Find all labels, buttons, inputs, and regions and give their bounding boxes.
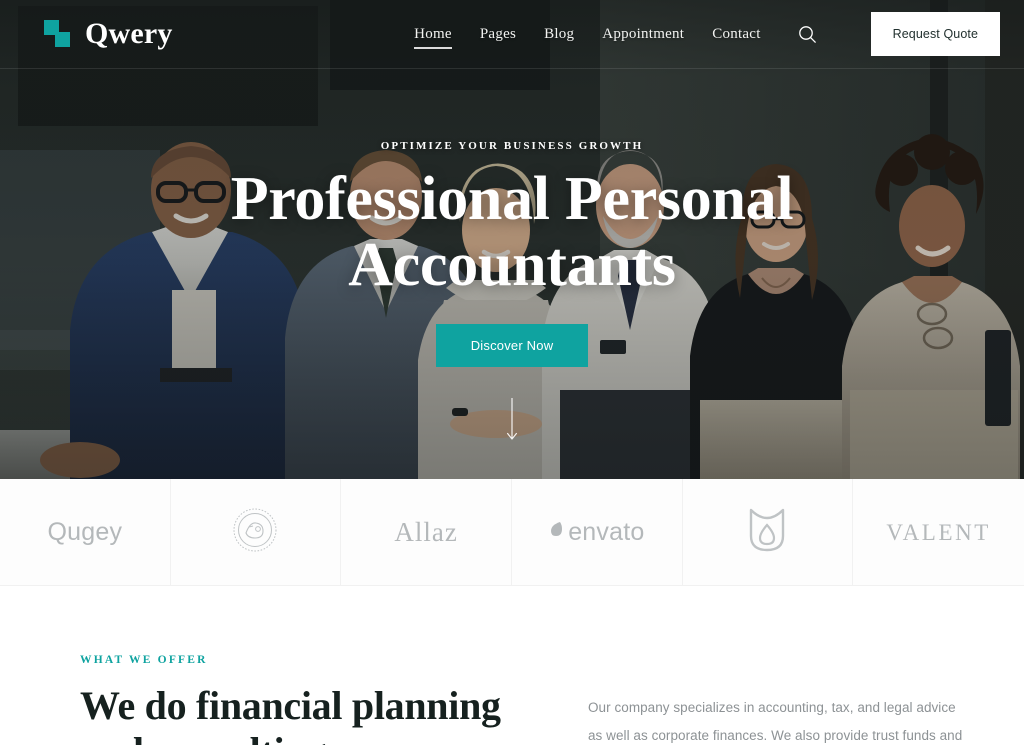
two-squares-icon (44, 18, 74, 50)
circular-badge-icon (232, 507, 278, 558)
hero-section: Qwery Home Pages Blog Appointment Contac… (0, 0, 1024, 479)
request-quote-button[interactable]: Request Quote (870, 11, 1000, 57)
nav-item-pages[interactable]: Pages (480, 26, 516, 42)
hero-title-line-1: Professional Personal (230, 165, 794, 233)
client-logo-label: Qugey (47, 517, 123, 546)
logo-square-bottom (55, 32, 70, 47)
offer-right-column: Our company specializes in accounting, t… (588, 654, 964, 745)
what-we-offer-section: What We Offer We do financial planning a… (0, 586, 1024, 745)
hero-copy: Optimize Your Business Growth Profession… (0, 140, 1024, 368)
client-logo-valent[interactable]: VALENT (853, 479, 1024, 585)
hero-title: Professional Personal Accountants (0, 165, 1024, 299)
offer-title-line-2: and consulting (80, 729, 326, 745)
header-divider (0, 68, 1024, 69)
tulip-shield-icon (747, 506, 787, 559)
client-logo-label: Allaz (394, 516, 458, 547)
client-logo-label: VALENT (886, 519, 991, 545)
offer-left-column: What We Offer We do financial planning a… (80, 654, 532, 745)
landing-page: Qwery Home Pages Blog Appointment Contac… (0, 0, 1024, 745)
scroll-down-arrow-icon[interactable] (505, 398, 519, 444)
offer-eyebrow: What We Offer (80, 654, 208, 666)
client-logo-tulip[interactable] (683, 479, 854, 585)
nav-item-blog[interactable]: Blog (544, 26, 574, 42)
offer-paragraph: Our company specializes in accounting, t… (588, 700, 963, 743)
discover-now-button[interactable]: Discover Now (435, 324, 589, 368)
nav-item-contact[interactable]: Contact (712, 26, 760, 42)
hero-title-line-2: Accountants (348, 230, 676, 299)
brand-logo[interactable]: Qwery (44, 18, 173, 50)
site-header: Qwery Home Pages Blog Appointment Contac… (0, 0, 1024, 68)
hero-cta-wrap: Discover Now (0, 324, 1024, 368)
offer-title: We do financial planning and consulting (80, 683, 532, 745)
primary-nav: Home Pages Blog Appointment Contact Requ… (414, 11, 1000, 57)
hero-eyebrow: Optimize Your Business Growth (380, 140, 644, 152)
client-logo-envato[interactable]: envato (512, 479, 683, 585)
client-logo-badge[interactable] (171, 479, 342, 585)
client-logo-label: envato (568, 517, 645, 546)
brand-name: Qwery (85, 17, 173, 50)
client-logo-qugey[interactable]: Qugey (0, 479, 171, 585)
nav-item-home[interactable]: Home (414, 26, 452, 49)
nav-item-appointment[interactable]: Appointment (602, 26, 684, 42)
search-icon[interactable] (795, 21, 821, 47)
offer-title-line-1: We do financial planning (80, 683, 501, 728)
client-logo-allaz[interactable]: Allaz (341, 479, 512, 585)
envato-leaf-icon (549, 521, 564, 543)
client-logo-strip: Qugey Allaz envato VALENT (0, 479, 1024, 586)
